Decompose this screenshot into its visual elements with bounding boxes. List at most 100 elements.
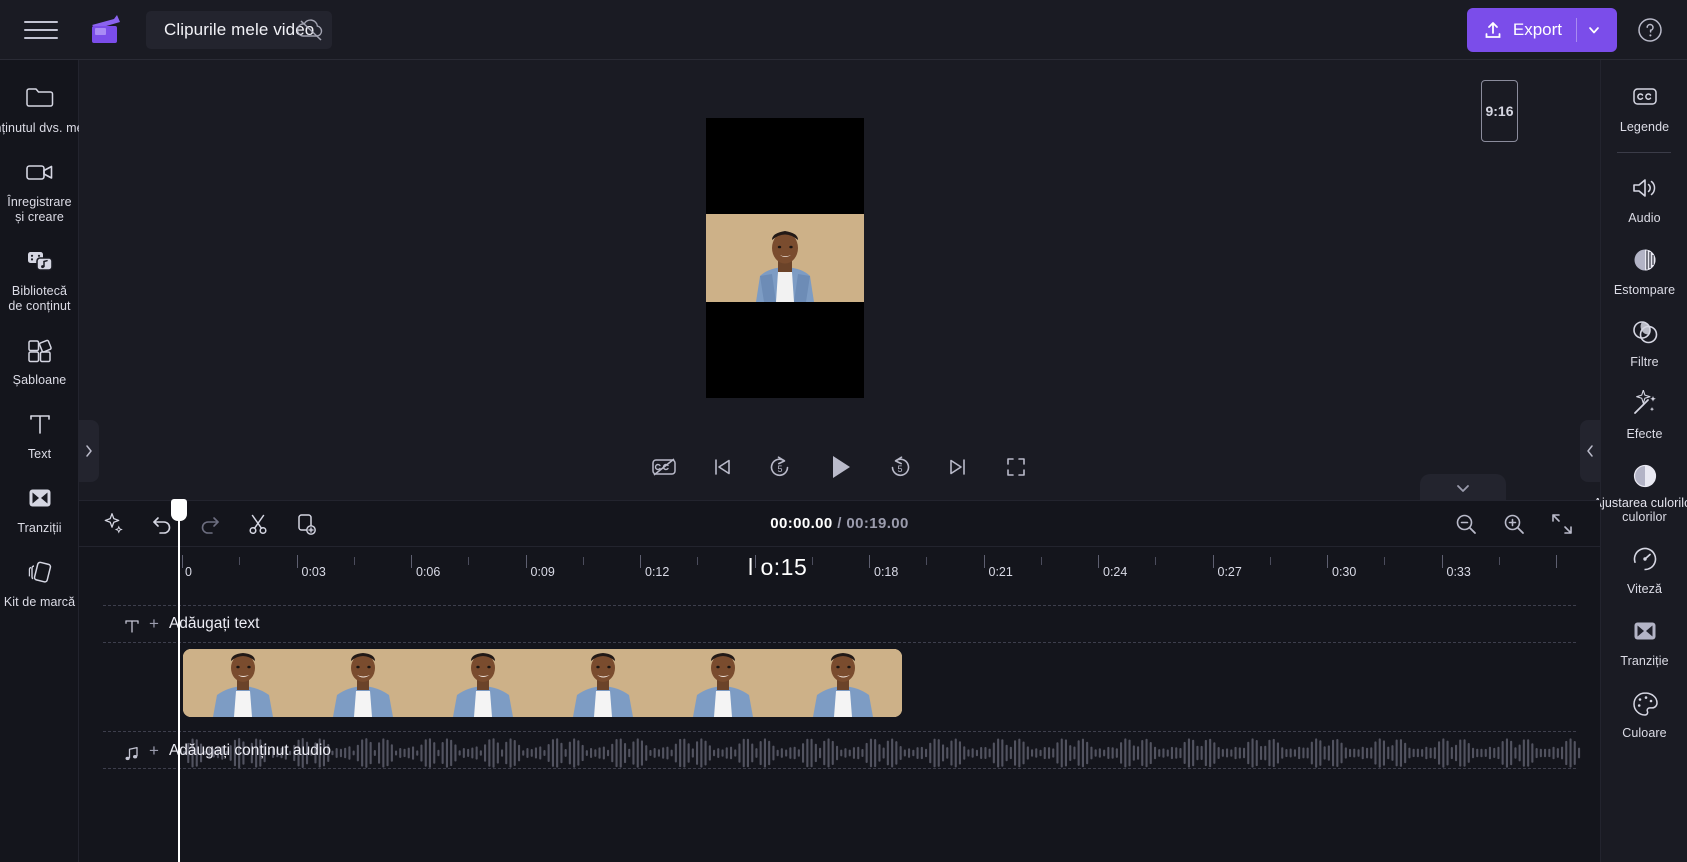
timeline-panel: 00:00.00 / 00:19.00 0 l o:15 0:03 0:06 0… — [79, 499, 1600, 862]
ruler-tick-minor — [1498, 557, 1500, 565]
property-item-fade[interactable]: Estompare — [1601, 235, 1687, 307]
duplicate-icon[interactable] — [291, 509, 321, 539]
chevron-left-icon — [1587, 445, 1593, 457]
timeline-tracks: + Adăugați text + Adăugați conținut audi… — [79, 605, 1600, 775]
ruler-tick-minor — [353, 557, 355, 565]
add-text-label-group[interactable]: + Adăugați text — [149, 614, 259, 634]
add-text-track[interactable] — [103, 605, 1576, 643]
clip-thumbnail — [543, 649, 663, 717]
playhead[interactable] — [171, 499, 187, 862]
chevron-down-icon[interactable] — [1587, 23, 1601, 37]
add-audio-label-group[interactable]: + Adăugați conținut audio — [149, 741, 331, 761]
sidebar-item-your-media[interactable]: Conținutul dvs. media — [0, 72, 101, 146]
ruler-tick-major — [640, 555, 641, 568]
plus-icon-text: + — [149, 614, 159, 633]
timeline-ruler[interactable]: 0 l o:15 0:03 0:06 0:09 0:12 0:18 0:21 0:24 0:2… — [79, 547, 1600, 595]
properties-divider — [1617, 152, 1671, 153]
property-item-color-adjust[interactable]: Ajustarea culorilor culorilor — [1594, 451, 1687, 534]
current-time: 00:00.00 — [770, 515, 833, 532]
svg-text:5: 5 — [777, 464, 782, 474]
property-item-captions[interactable]: Legende — [1601, 72, 1687, 144]
export-button[interactable]: Export — [1466, 7, 1617, 52]
playhead-handle[interactable] — [171, 499, 187, 521]
text-icon — [26, 407, 54, 441]
video-stage[interactable] — [706, 118, 864, 398]
collapse-timeline-button[interactable] — [1420, 474, 1506, 502]
chevron-right-icon — [86, 445, 92, 457]
speaker-icon — [1630, 171, 1660, 205]
ruler-tick-major — [983, 555, 985, 568]
forward-5-icon[interactable]: 5 — [885, 452, 915, 482]
left-sidebar: Conținutul dvs. media Înregistrare și cr… — [0, 60, 101, 862]
ruler-tick-major — [1098, 555, 1099, 568]
plus-icon-audio: + — [149, 741, 159, 760]
ruler-tick-major — [1441, 555, 1443, 568]
camera-icon — [23, 155, 57, 189]
sidebar-label-transitions: Tranziții — [17, 521, 62, 535]
clipchamp-logo[interactable] — [84, 13, 124, 47]
collapse-left-panel-button[interactable] — [79, 420, 99, 482]
sparkle-icon[interactable] — [99, 509, 129, 539]
play-icon[interactable] — [823, 450, 857, 484]
ruler-label-0-30: 0:30 — [1332, 565, 1357, 579]
ruler-hover-time: l o:15 — [748, 554, 808, 580]
sidebar-item-templates[interactable]: Șabloane — [0, 324, 79, 398]
folder-icon — [24, 81, 56, 115]
property-label-filters: Filtre — [1630, 355, 1659, 369]
sidebar-label-text: Text — [27, 447, 52, 461]
closed-captions-icon — [1630, 80, 1660, 114]
music-note-icon — [119, 741, 145, 767]
property-item-transition[interactable]: Tranziție — [1601, 606, 1687, 678]
aspect-ratio-label: 9:16 — [1485, 103, 1514, 119]
export-divider — [1576, 17, 1577, 42]
effects-wand-icon — [1630, 387, 1660, 421]
sidebar-item-transitions[interactable]: Tranziții — [0, 472, 79, 546]
audio-track-row[interactable]: + Adăugați conținut audio — [79, 731, 1600, 775]
hamburger-icon[interactable] — [24, 16, 58, 44]
total-time: 00:19.00 — [846, 515, 909, 532]
zoom-in-icon[interactable] — [1500, 510, 1528, 538]
clip-thumbnail — [423, 649, 543, 717]
sidebar-item-content-library[interactable]: Bibliotecă de conținut — [0, 235, 79, 324]
ruler-tick-minor — [582, 557, 584, 565]
ruler-tick-major — [1556, 555, 1557, 568]
redo-icon[interactable] — [195, 509, 225, 539]
text-track-row[interactable]: + Adăugați text — [79, 605, 1600, 649]
sidebar-item-brand-kit[interactable]: Kit de marcă — [0, 546, 79, 620]
skip-next-icon[interactable] — [943, 452, 973, 482]
playback-controls: 5 5 — [79, 442, 1600, 492]
speed-gauge-icon — [1631, 542, 1659, 576]
fit-to-screen-icon[interactable] — [1548, 510, 1576, 538]
property-item-effects[interactable]: Efecte — [1601, 379, 1687, 451]
property-item-filters[interactable]: Filtre — [1601, 307, 1687, 379]
clip-thumbnail — [783, 649, 902, 717]
ruler-tick-minor — [926, 557, 928, 565]
scissors-icon[interactable] — [243, 509, 273, 539]
aspect-ratio-badge[interactable]: 9:16 — [1481, 80, 1518, 142]
collapse-right-panel-button[interactable] — [1580, 420, 1600, 482]
brand-kit-icon — [24, 555, 56, 589]
sidebar-item-text[interactable]: Text — [0, 398, 79, 472]
add-text-label: Adăugați text — [168, 615, 260, 632]
help-circle-icon[interactable] — [1635, 15, 1665, 45]
skip-previous-icon[interactable] — [707, 452, 737, 482]
ruler-tick-minor — [1269, 557, 1271, 565]
ruler-label-0-33: 0:33 — [1446, 565, 1471, 579]
svg-text:5: 5 — [897, 464, 902, 474]
property-item-speed[interactable]: Viteză — [1601, 534, 1687, 606]
property-item-audio[interactable]: Audio — [1601, 163, 1687, 235]
captions-off-icon[interactable] — [649, 452, 679, 482]
rewind-5-icon[interactable]: 5 — [765, 452, 795, 482]
video-clip[interactable] — [183, 649, 902, 717]
fullscreen-icon[interactable] — [1001, 452, 1031, 482]
property-item-color[interactable]: Culoare — [1601, 678, 1687, 750]
content-library-icon — [24, 244, 56, 278]
clip-thumbnail — [303, 649, 423, 717]
ruler-tick-minor — [1384, 557, 1386, 565]
ruler-tick-minor — [697, 557, 699, 565]
zoom-out-icon[interactable] — [1452, 510, 1480, 538]
ruler-label-0-09: 0:09 — [530, 565, 555, 579]
ruler-tick-major — [1327, 555, 1328, 568]
video-track-row — [79, 649, 1600, 725]
sidebar-item-record-create[interactable]: Înregistrare și creare — [0, 146, 79, 235]
